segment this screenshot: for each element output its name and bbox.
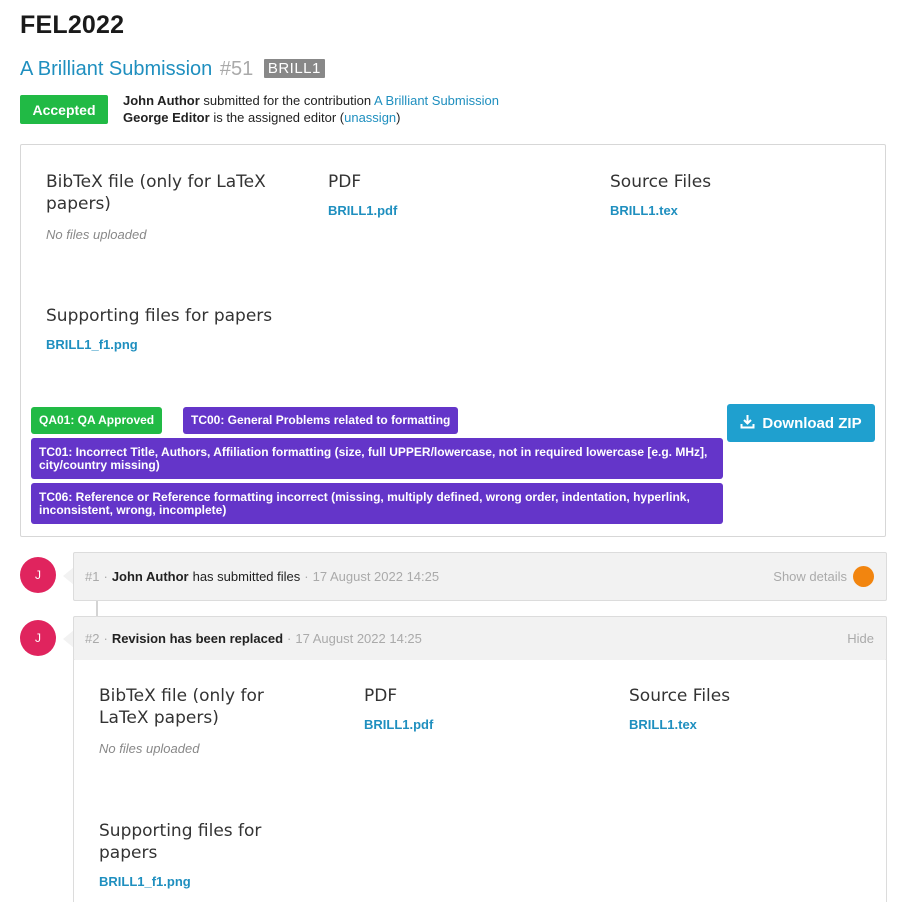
avatar: J	[20, 620, 56, 656]
timeline-entry-1-header[interactable]: #1 · John Author has submitted files · 1…	[73, 552, 887, 601]
submitter-name: John Author	[123, 93, 200, 108]
bibtex-section: BibTeX file (only for LaTeX papers) No f…	[46, 171, 296, 242]
supporting-file-link[interactable]: BRILL1_f1.png	[99, 874, 289, 889]
entry-date: 17 August 2022 14:25	[295, 631, 422, 646]
supporting-file-link[interactable]: BRILL1_f1.png	[46, 337, 446, 352]
separator: ·	[287, 631, 292, 646]
pdf-label: PDF	[328, 172, 362, 192]
source-section: Source Files BRILL1.tex	[629, 685, 829, 732]
event-title: FEL2022	[20, 11, 125, 39]
unassign-link[interactable]: unassign	[344, 110, 396, 125]
editor-close: )	[396, 110, 401, 125]
files-panel: BibTeX file (only for LaTeX papers) No f…	[20, 144, 886, 537]
entry-date: 17 August 2022 14:25	[312, 569, 440, 584]
state-badge: Accepted	[20, 95, 108, 124]
source-label: Source Files	[629, 686, 731, 706]
entry-author: John Author	[111, 569, 189, 584]
pdf-file-link[interactable]: BRILL1.pdf	[328, 203, 578, 218]
separator: ·	[103, 631, 108, 646]
bibtex-label: BibTeX file (only for LaTeX papers)	[46, 172, 266, 214]
download-zip-button[interactable]: Download ZIP	[727, 404, 875, 442]
submission-code-badge: BRILL1	[263, 59, 325, 78]
supporting-label: Supporting files for papers	[46, 306, 273, 326]
tag-tc01: TC01: Incorrect Title, Authors, Affiliat…	[31, 438, 723, 479]
entry-number: #2	[85, 631, 100, 646]
pdf-file-link[interactable]: BRILL1.pdf	[364, 717, 564, 732]
bibtex-empty: No files uploaded	[99, 741, 200, 756]
hide-toggle[interactable]: Hide	[847, 617, 874, 660]
supporting-label: Supporting files for papers	[99, 821, 262, 863]
submission-header: A Brilliant Submission #51 BRILL1	[20, 58, 325, 81]
source-label: Source Files	[610, 172, 712, 192]
source-file-link[interactable]: BRILL1.tex	[629, 717, 829, 732]
supporting-section: Supporting files for papers BRILL1_f1.pn…	[99, 820, 289, 889]
editor-line: George Editor is the assigned editor (un…	[123, 109, 499, 126]
editor-text: is the assigned editor (	[213, 110, 345, 125]
bibtex-label: BibTeX file (only for LaTeX papers)	[99, 686, 264, 728]
show-details-toggle[interactable]: Show details	[773, 553, 874, 600]
tag-qa01: QA01: QA Approved	[31, 407, 163, 434]
avatar: J	[20, 557, 56, 593]
submission-number: #51	[219, 58, 254, 80]
separator: ·	[103, 569, 108, 584]
bibtex-empty: No files uploaded	[46, 227, 147, 242]
entry-number: #1	[85, 569, 100, 584]
source-file-link[interactable]: BRILL1.tex	[610, 203, 860, 218]
hide-label: Hide	[847, 631, 874, 646]
pdf-label: PDF	[364, 686, 398, 706]
pdf-section: PDF BRILL1.pdf	[328, 171, 578, 218]
editor-name: George Editor	[123, 110, 210, 125]
show-details-label: Show details	[773, 569, 847, 584]
submitter-line: John Author submitted for the contributi…	[123, 92, 499, 109]
contribution-link[interactable]: A Brilliant Submission	[374, 93, 499, 108]
entry-action: has submitted files	[192, 569, 301, 584]
supporting-section: Supporting files for papers BRILL1_f1.pn…	[46, 305, 446, 352]
timeline-entry-2-files: BibTeX file (only for LaTeX papers) No f…	[73, 660, 887, 902]
download-icon	[740, 414, 755, 433]
tag-tc00: TC00: General Problems related to format…	[183, 407, 459, 434]
separator: ·	[304, 569, 309, 584]
submitted-text: submitted for the contribution	[203, 93, 372, 108]
bibtex-section: BibTeX file (only for LaTeX papers) No f…	[99, 685, 289, 756]
tag-tc06: TC06: Reference or Reference formatting …	[31, 483, 723, 524]
unread-dot-icon	[853, 566, 874, 587]
entry-action: Revision has been replaced	[111, 631, 284, 646]
submission-meta: John Author submitted for the contributi…	[123, 92, 499, 126]
pdf-section: PDF BRILL1.pdf	[364, 685, 564, 732]
timeline-entry-2-header[interactable]: #2 · Revision has been replaced · 17 Aug…	[73, 616, 887, 661]
submission-title[interactable]: A Brilliant Submission	[20, 58, 212, 80]
source-section: Source Files BRILL1.tex	[610, 171, 860, 218]
download-zip-label: Download ZIP	[762, 414, 862, 432]
